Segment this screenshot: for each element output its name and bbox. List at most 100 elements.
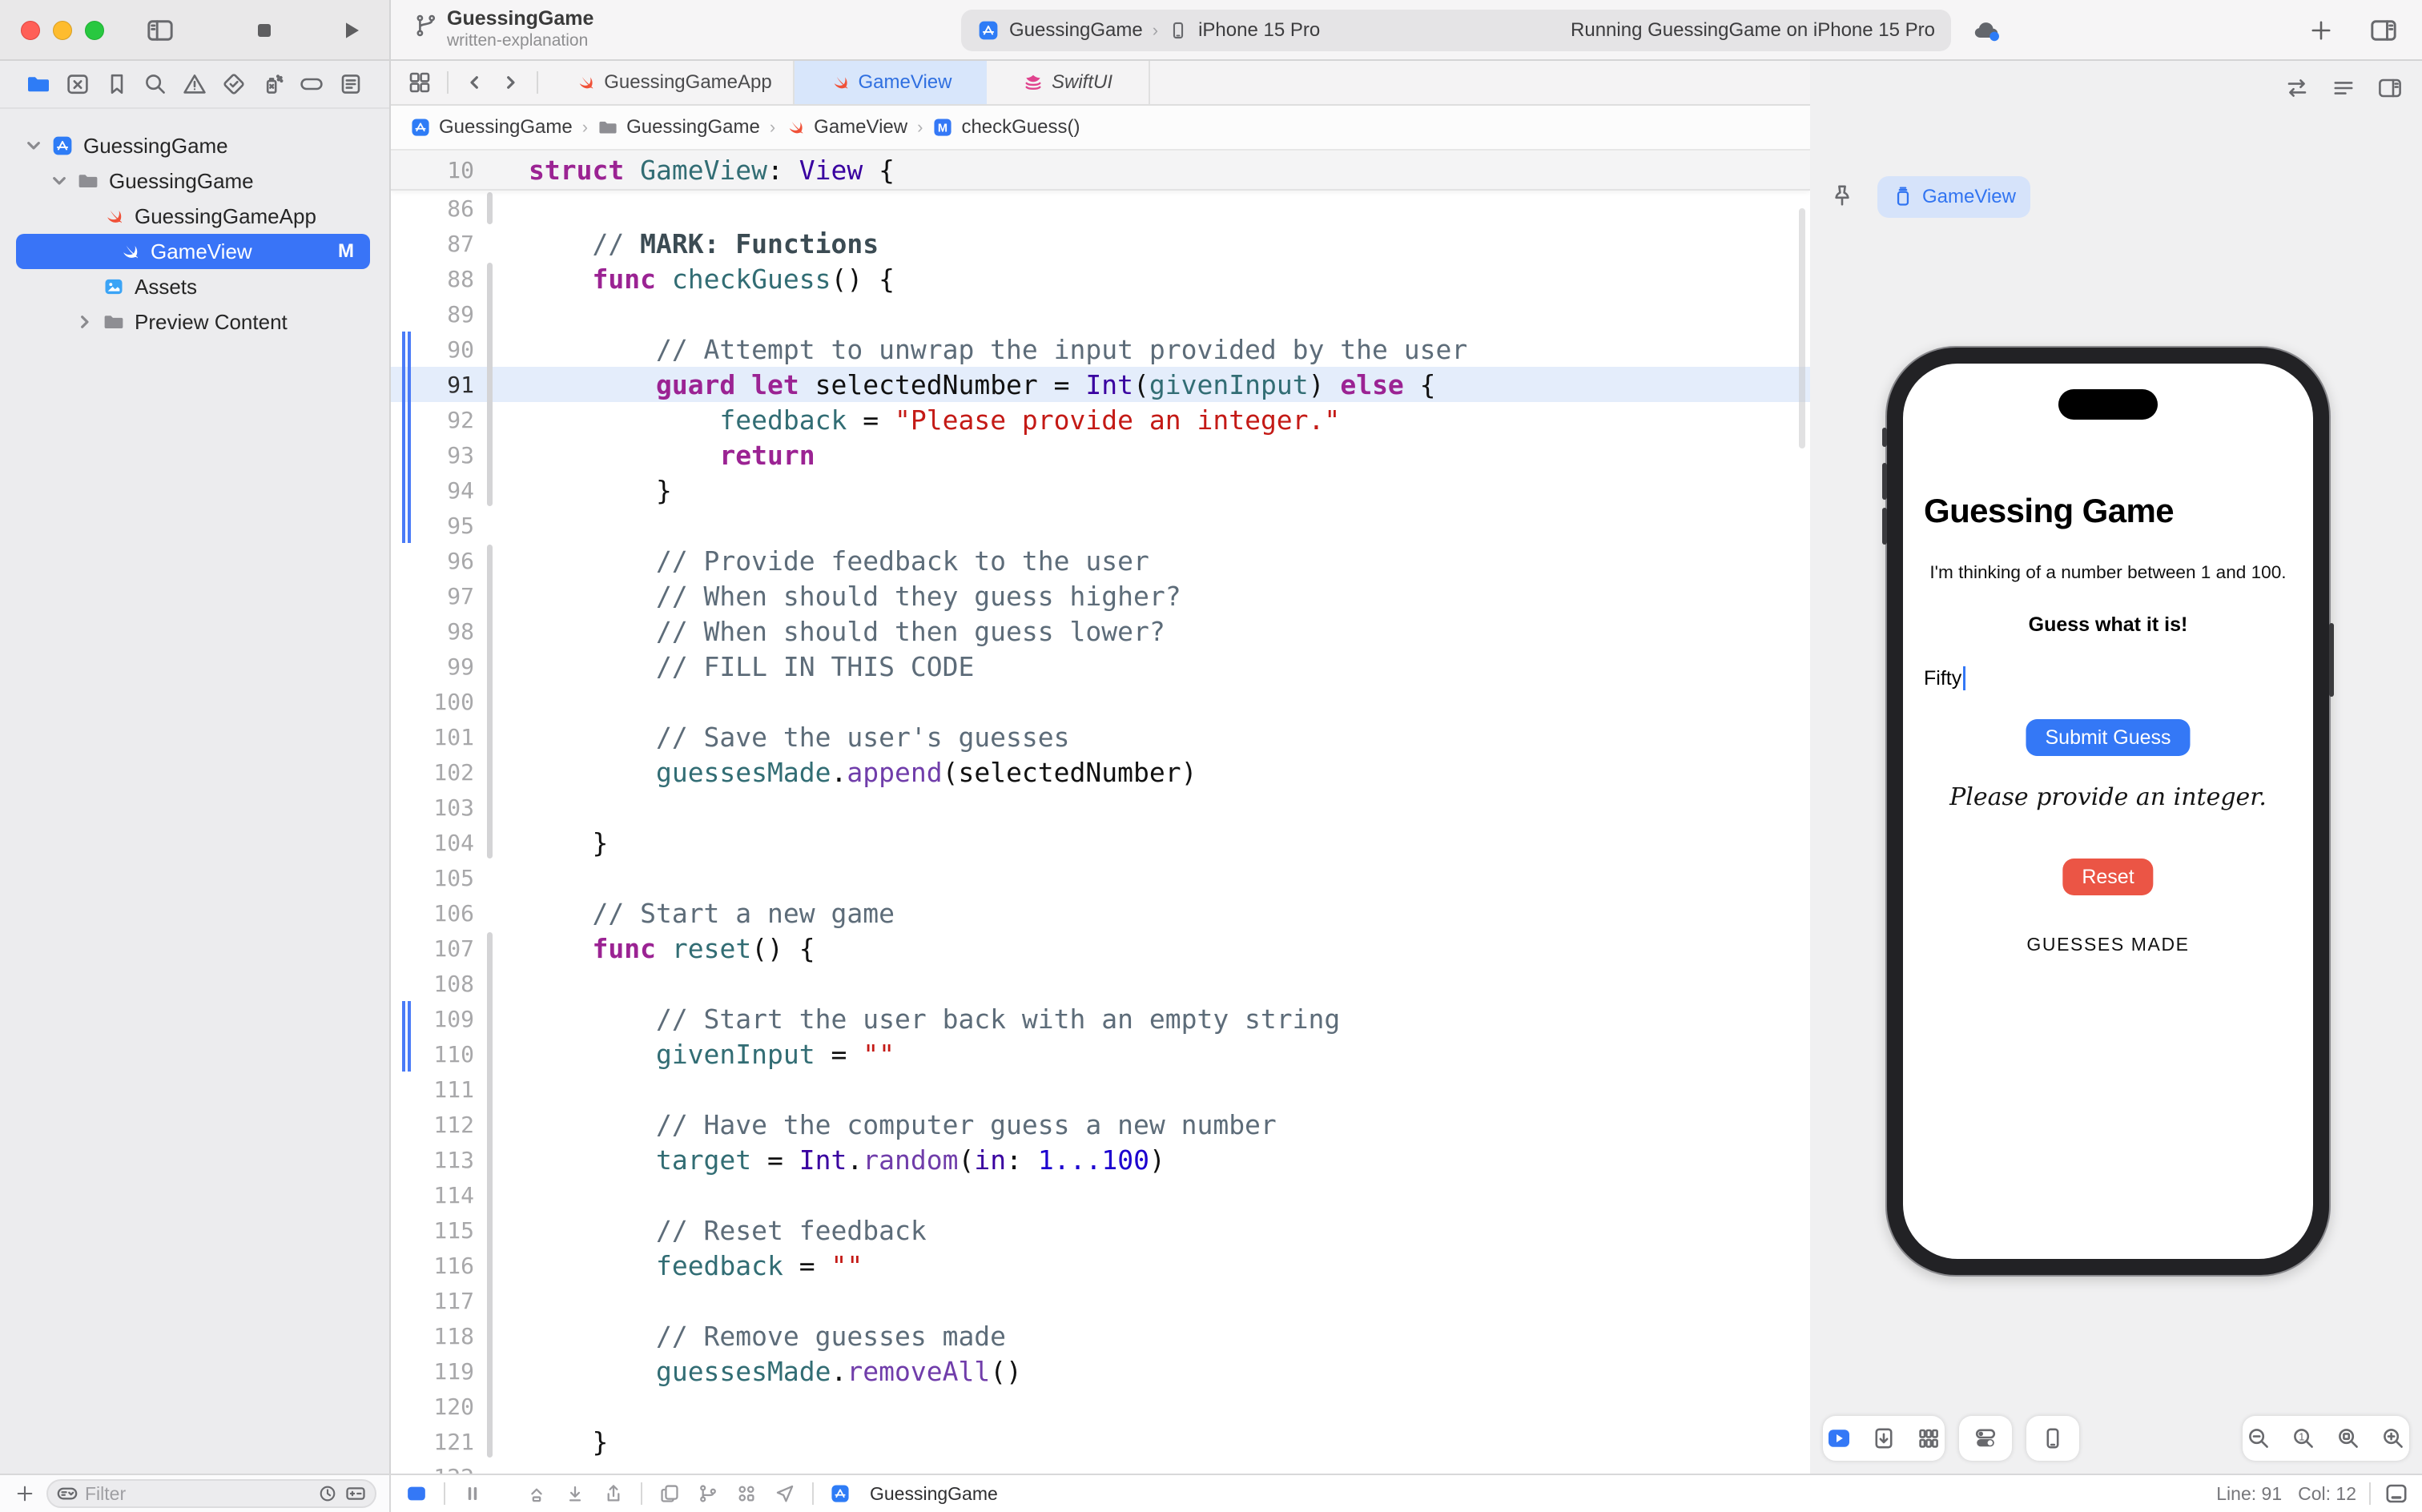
code-line[interactable]: 98 // When should then guess lower? (391, 613, 1810, 649)
navigator-tab-find[interactable] (143, 71, 168, 97)
run-button[interactable] (338, 18, 364, 43)
toggle-navigator-icon[interactable] (146, 16, 175, 45)
zoom-in-icon[interactable] (2380, 1426, 2406, 1451)
code-review-icon[interactable] (697, 1482, 719, 1505)
tab-guessinggameapp[interactable]: GuessingGameApp (554, 61, 795, 104)
code-line[interactable]: 91 guard let selectedNumber = Int(givenI… (391, 367, 1810, 402)
sidebar-item-gameview[interactable]: GameView M (16, 234, 370, 269)
code-line[interactable]: 103 (391, 790, 1810, 825)
minimize-window-button[interactable] (53, 21, 72, 40)
navigator-tab-changes[interactable] (65, 71, 91, 97)
device-settings-icon[interactable] (1973, 1426, 1998, 1451)
code-line[interactable]: 101 // Save the user's guesses (391, 719, 1810, 754)
export-icon[interactable] (602, 1482, 625, 1505)
code-line[interactable]: 115 // Reset feedback (391, 1212, 1810, 1248)
navigate-icon[interactable] (774, 1482, 796, 1505)
close-window-button[interactable] (21, 21, 40, 40)
navigator-tab-reports[interactable] (338, 71, 364, 97)
code-line[interactable]: 114 (391, 1177, 1810, 1212)
pull-down-icon[interactable] (564, 1482, 586, 1505)
sidebar-item-assets[interactable]: Assets (0, 269, 389, 304)
target-label[interactable]: GuessingGame (870, 1483, 998, 1505)
recent-files-icon[interactable] (317, 1483, 338, 1504)
sync-icon[interactable] (2284, 75, 2310, 101)
sidebar-item-guessinggameapp[interactable]: GuessingGameApp (0, 199, 389, 234)
code-line[interactable]: 121 } (391, 1424, 1810, 1459)
destination-device[interactable]: iPhone 15 Pro (1198, 19, 1320, 42)
code-line[interactable]: 112 // Have the computer guess a new num… (391, 1107, 1810, 1142)
code-line[interactable]: 104 } (391, 825, 1810, 860)
code-line[interactable]: 108 (391, 966, 1810, 1001)
sidebar-item-guessinggame[interactable]: GuessingGame (0, 128, 389, 163)
code-line[interactable]: 105 (391, 860, 1810, 895)
code-line[interactable]: 86 (391, 191, 1810, 226)
hide-canvas-icon[interactable] (2377, 75, 2403, 101)
display-icon[interactable] (2384, 1481, 2409, 1506)
pause-icon[interactable] (461, 1482, 484, 1505)
source-control-filter-icon[interactable] (344, 1482, 367, 1505)
back-icon[interactable] (463, 71, 485, 94)
pin-preview-icon[interactable] (1829, 183, 1855, 208)
sidebar-item-guessinggame[interactable]: GuessingGame (0, 163, 389, 199)
tab-gameview[interactable]: GameView (795, 61, 987, 104)
zoom-window-button[interactable] (85, 21, 104, 40)
submit-guess-button[interactable]: Submit Guess (2026, 719, 2191, 756)
code-line[interactable]: 110 givenInput = "" (391, 1036, 1810, 1072)
disclosure-down-icon[interactable] (48, 170, 70, 192)
code-line[interactable]: 96 // Provide feedback to the user (391, 543, 1810, 578)
breadcrumb-item[interactable]: GuessingGame (597, 116, 760, 139)
preview-phone-icon[interactable] (2040, 1426, 2066, 1451)
code-line[interactable]: 100 (391, 684, 1810, 719)
code-line[interactable]: 95 (391, 508, 1810, 543)
editor-scrollbar[interactable] (1799, 208, 1805, 448)
toggle-inspector-icon[interactable] (2369, 16, 2398, 45)
navigator-tab-tests[interactable] (221, 71, 247, 97)
code-line[interactable]: 116 feedback = "" (391, 1248, 1810, 1283)
code-line[interactable]: 88 func checkGuess() { (391, 261, 1810, 296)
destination-project[interactable]: GuessingGame (1009, 19, 1143, 42)
code-line[interactable]: 93 return (391, 437, 1810, 472)
stop-button[interactable] (251, 18, 277, 43)
live-preview-icon[interactable] (1826, 1426, 1852, 1451)
code-line[interactable]: 89 (391, 296, 1810, 332)
run-destination-bar[interactable]: GuessingGame › iPhone 15 Pro Running Gue… (961, 10, 1951, 51)
tab-swiftui[interactable]: SwiftUI (987, 61, 1150, 104)
disclosure-down-icon[interactable] (22, 135, 45, 157)
navigator-tab-bookmarks[interactable] (104, 71, 130, 97)
navigator-tab-breakpoints[interactable] (299, 71, 324, 97)
code-line[interactable]: 122 (391, 1459, 1810, 1474)
navigator-tab-debug[interactable] (260, 71, 286, 97)
breadcrumb-item[interactable]: McheckGuess() (932, 116, 1080, 139)
breadcrumb-item[interactable]: GuessingGame (410, 116, 573, 139)
code-line[interactable]: 118 // Remove guesses made (391, 1318, 1810, 1353)
filter-options-icon[interactable] (56, 1482, 78, 1505)
code-line[interactable]: 99 // FILL IN THIS CODE (391, 649, 1810, 684)
scheme-info[interactable]: GuessingGame written-explanation (413, 6, 593, 51)
code-line[interactable]: 106 // Start a new game (391, 895, 1810, 931)
line-indicator[interactable]: Line: 91 (2216, 1483, 2282, 1505)
code-line[interactable]: 113 target = Int.random(in: 1...100) (391, 1142, 1810, 1177)
variants-icon[interactable] (1916, 1426, 1941, 1451)
minimap-icon[interactable] (735, 1482, 758, 1505)
navigator-tab-issues[interactable] (182, 71, 207, 97)
add-file-icon[interactable] (14, 1483, 35, 1504)
navigator-tab-project[interactable] (26, 71, 51, 97)
code-line[interactable]: 119 guessesMade.removeAll() (391, 1353, 1810, 1389)
code-line[interactable]: 111 (391, 1072, 1810, 1107)
code-line[interactable]: 94 } (391, 472, 1810, 508)
code-line[interactable]: 90 // Attempt to unwrap the input provid… (391, 332, 1810, 367)
preview-target-chip[interactable]: GameView (1877, 176, 2030, 218)
sidebar-item-preview-content[interactable]: Preview Content (0, 304, 389, 340)
code-line[interactable]: 107 func reset() { (391, 931, 1810, 966)
related-items-icon[interactable] (407, 70, 432, 95)
forward-icon[interactable] (500, 71, 522, 94)
col-indicator[interactable]: Col: 12 (2298, 1483, 2356, 1505)
editor-only-icon[interactable] (405, 1482, 428, 1505)
selectable-preview-icon[interactable] (1871, 1426, 1897, 1451)
zoom-out-icon[interactable] (2246, 1426, 2271, 1451)
zoom-fit-icon[interactable] (2336, 1426, 2361, 1451)
reset-button[interactable]: Reset (2062, 859, 2154, 895)
duplicate-icon[interactable] (658, 1482, 681, 1505)
add-editor-icon[interactable] (2308, 18, 2334, 43)
code-line[interactable]: 87 // MARK: Functions (391, 226, 1810, 261)
